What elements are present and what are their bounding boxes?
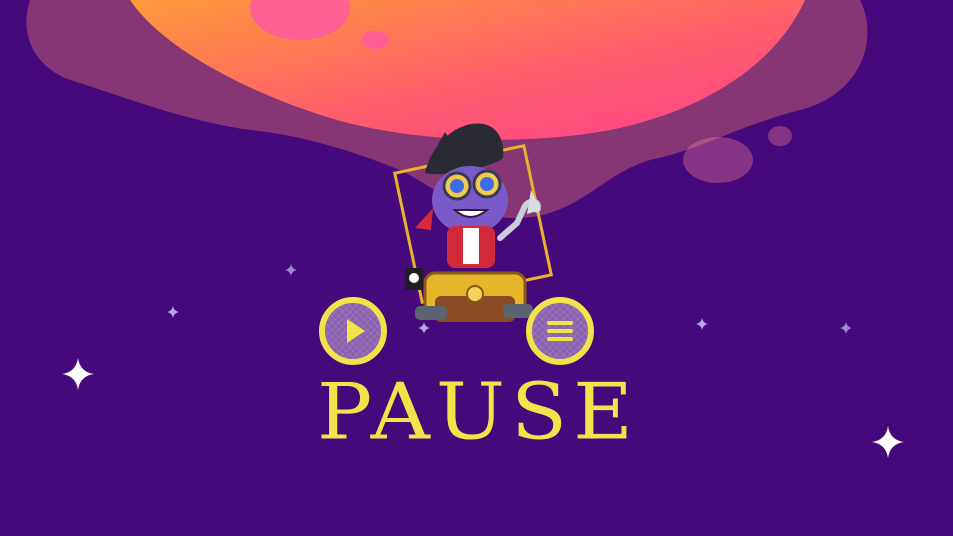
floating-blob bbox=[683, 137, 753, 183]
sparkle-icon bbox=[285, 264, 297, 276]
pause-title: PAUSE bbox=[316, 367, 639, 458]
play-icon bbox=[347, 319, 365, 343]
play-button[interactable] bbox=[319, 297, 387, 365]
sparkle-icon bbox=[167, 306, 179, 318]
sparkle-icon bbox=[872, 426, 904, 458]
sparkle-icon bbox=[62, 358, 94, 390]
pause-screen: PAUSE bbox=[0, 0, 953, 536]
sparkle-icon bbox=[696, 318, 708, 330]
floating-blob bbox=[768, 126, 792, 146]
sparkle-icon bbox=[840, 322, 852, 334]
crater bbox=[361, 31, 389, 49]
menu-icon bbox=[547, 321, 573, 341]
menu-button[interactable] bbox=[526, 297, 594, 365]
